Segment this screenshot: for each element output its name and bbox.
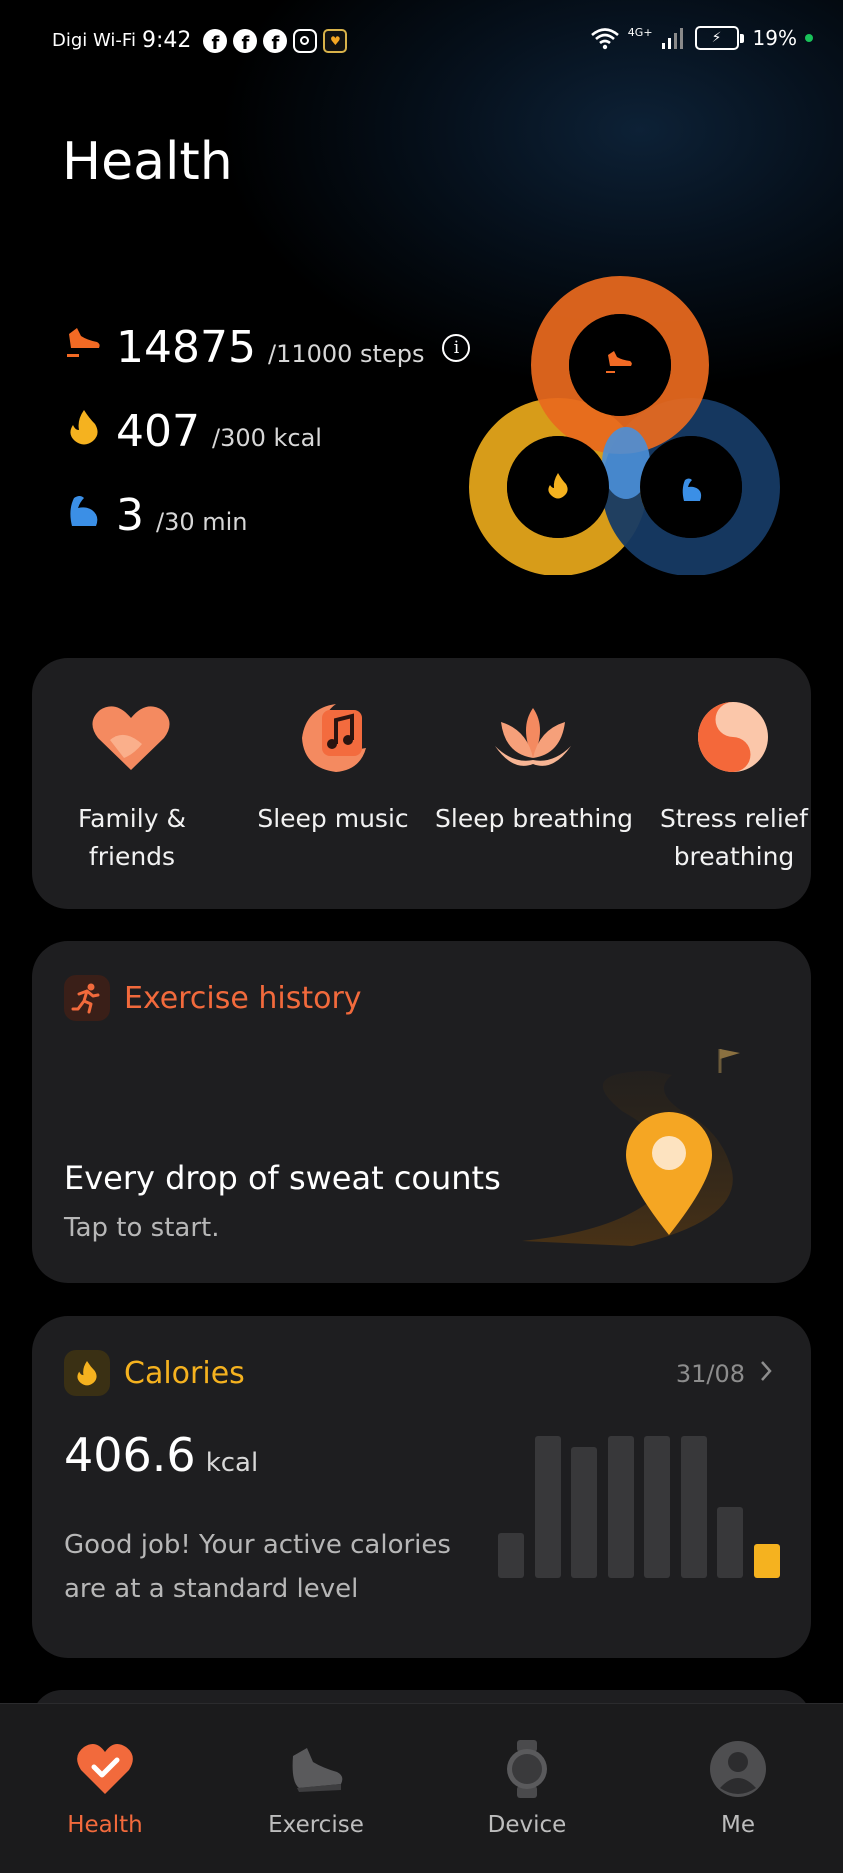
calories-bar (535, 1436, 561, 1578)
nav-label: Health (67, 1812, 143, 1838)
instagram-icon (293, 28, 318, 53)
calories-total-value: 406.6 (64, 1428, 196, 1482)
flame-icon (64, 1350, 110, 1396)
calories-date: 31/08 (675, 1360, 745, 1388)
privacy-indicator-dot (805, 34, 813, 42)
calories-goal: /300 kcal (211, 424, 322, 452)
user-avatar-icon (709, 1740, 767, 1798)
calories-bar-chart (498, 1436, 780, 1578)
nav-me[interactable]: Me (658, 1740, 818, 1838)
calories-message-line2: are at a standard level (64, 1574, 359, 1604)
calories-header: Calories (64, 1350, 245, 1396)
calories-date-link[interactable]: 31/08 (676, 1360, 773, 1388)
heart-hands-icon (92, 706, 170, 770)
muscle-icon (64, 492, 104, 539)
clock: 9:42 (141, 28, 192, 53)
bottom-navigation: Health Exercise Device Me (0, 1703, 843, 1873)
heart-check-icon (76, 1740, 134, 1798)
calories-bar (571, 1447, 597, 1578)
lotus-icon (495, 708, 571, 766)
steps-value: 14875 (116, 322, 256, 373)
minutes-stat[interactable]: 3 /30 min (64, 490, 248, 541)
shortcut-label: Sleep breathing (435, 804, 633, 833)
exercise-history-title: Exercise history (124, 980, 362, 1016)
calories-title: Calories (124, 1355, 245, 1391)
steps-stat[interactable]: 14875 /11000 steps i (64, 322, 471, 373)
exercise-subtext: Tap to start. (64, 1213, 220, 1243)
shortcut-label: Sleep music (257, 804, 409, 833)
facebook-icon: f (263, 28, 288, 53)
flame-icon (64, 408, 104, 455)
nav-exercise[interactable]: Exercise (236, 1740, 396, 1838)
activity-rings[interactable] (460, 275, 780, 575)
carrier-label: Digi Wi-Fi (52, 30, 136, 51)
minutes-value: 3 (116, 490, 144, 541)
shortcut-label: Family & friends (78, 804, 186, 871)
calories-message: Good job! Your active calories are at a … (64, 1523, 451, 1611)
calories-total-unit: kcal (205, 1448, 259, 1478)
nav-health[interactable]: Health (25, 1740, 185, 1838)
status-bar-left: Digi Wi-Fi 9:42 f f f ♥ (52, 28, 348, 53)
facebook-icon: f (233, 28, 258, 53)
calories-stat[interactable]: 407 /300 kcal (64, 406, 322, 457)
exercise-history-card[interactable]: Exercise history Every drop of sweat cou… (32, 941, 811, 1283)
battery-percent: 19% (752, 26, 797, 50)
calories-card[interactable]: Calories 31/08 406.6 kcal Good job! Your… (32, 1316, 811, 1658)
calories-bar (681, 1436, 707, 1578)
map-pin-illustration (522, 1049, 740, 1246)
battery-icon: ⚡ (694, 26, 744, 50)
calories-bar (498, 1533, 524, 1578)
calories-total: 406.6 kcal (64, 1428, 258, 1482)
shoe-icon (64, 324, 104, 371)
moon-music-icon (302, 704, 366, 772)
calories-bar (717, 1507, 743, 1578)
chevron-right-icon (759, 1360, 773, 1388)
sneaker-icon (287, 1740, 345, 1798)
shortcut-label: Stress relief breathing (660, 804, 808, 871)
calories-bar-today (754, 1544, 780, 1578)
calories-value: 407 (116, 406, 200, 457)
wifi-icon (590, 28, 619, 50)
watch-icon (498, 1740, 556, 1798)
calories-bar (608, 1436, 634, 1578)
nav-label: Me (721, 1812, 755, 1838)
exercise-headline: Every drop of sweat counts (64, 1159, 501, 1197)
steps-goal: /11000 steps (267, 340, 425, 368)
status-bar: Digi Wi-Fi 9:42 f f f ♥ 4G+ ⚡ 19% (0, 0, 843, 84)
calories-bar (644, 1436, 670, 1578)
nav-label: Exercise (268, 1812, 364, 1838)
status-bar-right: 4G+ ⚡ 19% (590, 26, 813, 50)
running-icon (64, 975, 110, 1021)
network-type-label: 4G+ (627, 26, 653, 39)
calories-message-line1: Good job! Your active calories (64, 1530, 451, 1560)
signal-icon (661, 28, 683, 49)
nav-label: Device (487, 1812, 567, 1838)
facebook-icon: f (203, 28, 228, 53)
app-notification-icon: ♥ (323, 28, 348, 53)
exercise-history-header: Exercise history (64, 975, 362, 1021)
page-title: Health (62, 132, 233, 192)
health-app-screen: Digi Wi-Fi 9:42 f f f ♥ 4G+ ⚡ 19% Health… (0, 0, 843, 1873)
minutes-goal: /30 min (156, 508, 248, 536)
nav-device[interactable]: Device (447, 1740, 607, 1838)
yin-yang-icon (698, 702, 768, 772)
